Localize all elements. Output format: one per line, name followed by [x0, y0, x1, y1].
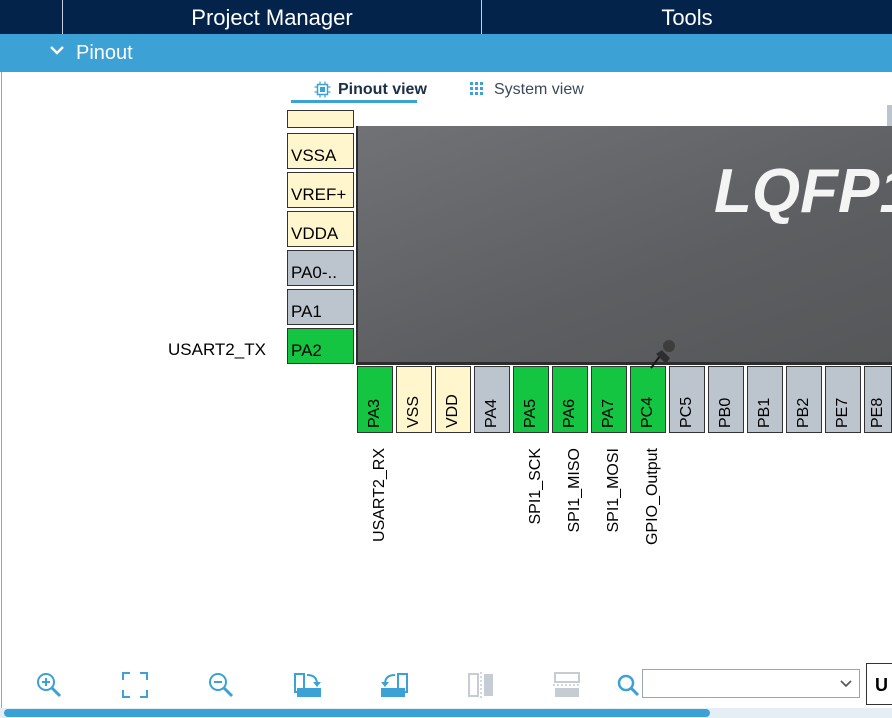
- pin-label: PA5: [522, 398, 539, 428]
- signal-label-pa6: SPI1_MISO: [566, 448, 583, 533]
- pin-label: PC5: [678, 396, 695, 428]
- pin-vref[interactable]: VREF+: [287, 172, 354, 208]
- tab-tools[interactable]: Tools: [482, 0, 892, 34]
- pin-pa6[interactable]: PA6: [552, 366, 588, 433]
- chip-icon: [314, 81, 331, 98]
- pin-vss[interactable]: VSS: [396, 366, 432, 433]
- flip-vertical-icon[interactable]: [466, 670, 496, 700]
- pin-label: VSS: [405, 395, 422, 428]
- list-icon: [470, 82, 483, 95]
- scrollbar-thumb[interactable]: [4, 709, 710, 717]
- tab-pinout-view[interactable]: Pinout view: [314, 80, 434, 100]
- pin-pa0[interactable]: PA0-..: [287, 250, 354, 286]
- pin-label: PA4: [483, 398, 500, 428]
- signal-label-pa5: SPI1_SCK: [527, 448, 544, 525]
- pin-pe7[interactable]: PE7: [825, 366, 861, 433]
- search-input[interactable]: [642, 669, 860, 698]
- pin-label: PC4: [639, 396, 656, 428]
- tab-label: Pinout view: [338, 81, 427, 98]
- chevron-down-icon[interactable]: [839, 677, 853, 691]
- pin-pb1[interactable]: PB1: [747, 366, 783, 433]
- fit-screen-icon[interactable]: [120, 670, 150, 700]
- zoom-in-icon[interactable]: [34, 670, 64, 700]
- pin-pe8[interactable]: PE8: [864, 366, 892, 433]
- pin-vdd[interactable]: VDD: [435, 366, 471, 433]
- pin-pc5[interactable]: PC5: [669, 366, 705, 433]
- pin-pc4[interactable]: PC4: [630, 366, 666, 433]
- pin-pa4[interactable]: PA4: [474, 366, 510, 433]
- mcu-chip-body[interactable]: LQFP1: [356, 126, 892, 365]
- chevron-down-icon[interactable]: [48, 41, 66, 59]
- pin-pa2[interactable]: PA2: [287, 328, 354, 364]
- pin-label: PB0: [717, 397, 734, 428]
- rotate-right-icon[interactable]: [293, 670, 323, 700]
- pinout-section-header[interactable]: Pinout: [0, 34, 892, 72]
- pin-pb0[interactable]: PB0: [708, 366, 744, 433]
- pin-label: VDD: [444, 394, 461, 428]
- pin-label: PA6: [561, 398, 578, 428]
- flip-horizontal-icon[interactable]: [552, 670, 582, 700]
- zoom-out-icon[interactable]: [206, 670, 236, 700]
- signal-label-pc4: GPIO_Output: [644, 448, 661, 545]
- pin-label: PE8: [869, 397, 886, 428]
- rotate-left-icon[interactable]: [379, 670, 409, 700]
- chip-package-label: LQFP1: [714, 157, 892, 226]
- active-tab-indicator: [291, 100, 417, 103]
- u-button[interactable]: U: [866, 663, 892, 705]
- pin-partial[interactable]: [287, 110, 354, 128]
- pin-pa7[interactable]: PA7: [591, 366, 627, 433]
- search-icon: [617, 674, 640, 697]
- pin-pa3[interactable]: PA3: [357, 366, 393, 433]
- pin-label: PA7: [600, 398, 617, 428]
- signal-label-pa2: USART2_TX: [168, 340, 266, 359]
- tab-system-view[interactable]: System view: [470, 80, 590, 100]
- horizontal-scrollbar[interactable]: [0, 708, 892, 718]
- pin-pa1[interactable]: PA1: [287, 289, 354, 325]
- pin-vdda[interactable]: VDDA: [287, 211, 354, 247]
- tab-project-manager[interactable]: Project Manager: [63, 0, 481, 34]
- pin-label: PA3: [366, 398, 383, 428]
- section-title: Pinout: [76, 42, 133, 64]
- top-menu-bar: Project Manager Tools: [0, 0, 892, 34]
- pin-pa5[interactable]: PA5: [513, 366, 549, 433]
- pin-vssa[interactable]: VSSA: [287, 133, 354, 169]
- pin-label: PB1: [756, 397, 773, 428]
- pin-pb2[interactable]: PB2: [786, 366, 822, 433]
- signal-label-pa3: USART2_RX: [371, 448, 388, 542]
- pushpin-icon[interactable]: [647, 336, 677, 372]
- signal-label-pa7: SPI1_MOSI: [605, 448, 622, 533]
- pin-label: PB2: [795, 397, 812, 428]
- pin-label: PE7: [834, 397, 851, 428]
- tab-label: System view: [494, 81, 584, 98]
- vertical-scrollbar[interactable]: [887, 105, 892, 127]
